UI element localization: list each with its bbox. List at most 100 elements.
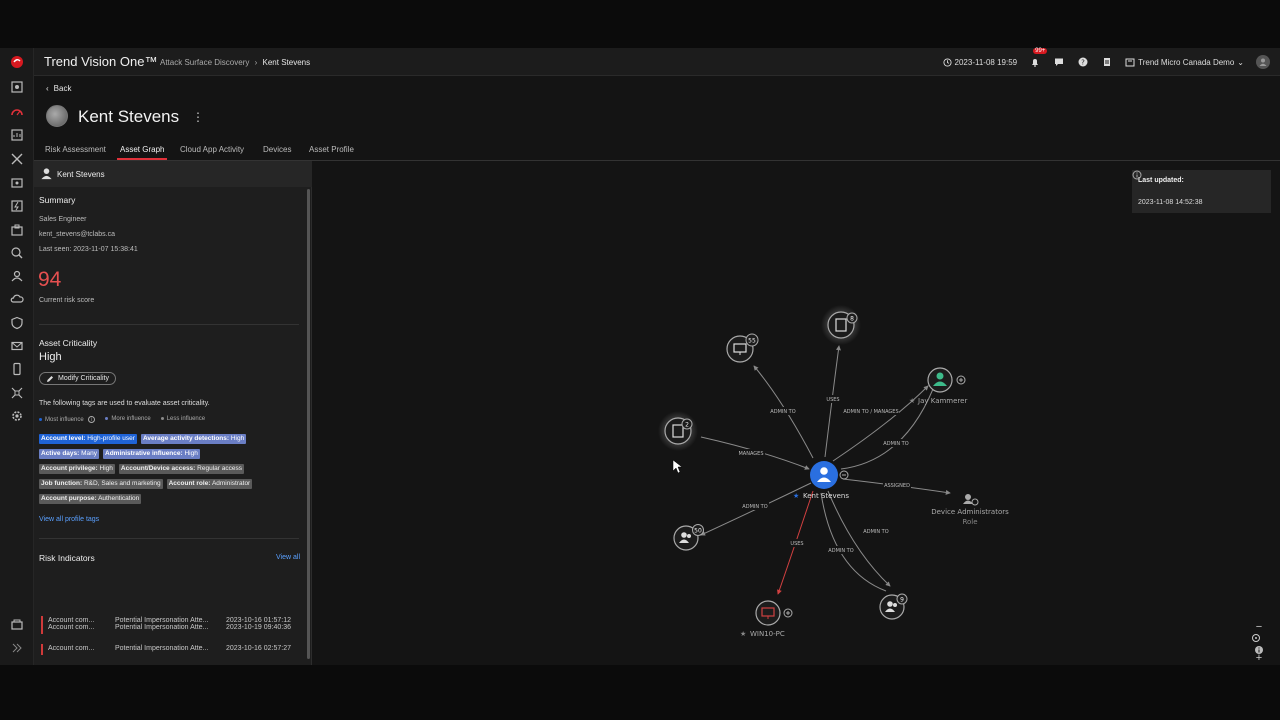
shield-icon[interactable] [9, 315, 25, 331]
mobile-icon[interactable] [9, 361, 25, 377]
product-name: Trend Vision One™ [44, 54, 158, 69]
dashboard-icon[interactable] [9, 79, 25, 95]
chat-icon [1055, 58, 1064, 66]
expand-nav-icon[interactable] [9, 640, 25, 656]
edge-admin-to-users-9[interactable] [827, 490, 891, 587]
user-email: kent_stevens@tclabs.ca [39, 231, 115, 238]
search-icon[interactable] [9, 245, 25, 261]
top-bar-actions: 2023-11-08 19:59 99+ ? Trend Micro Canad… [942, 48, 1270, 70]
node-apps-8[interactable]: 8 [821, 305, 861, 345]
tab-asset-graph[interactable]: Asset Graph [116, 145, 168, 160]
star-icon: ★ [740, 630, 746, 638]
asset-graph-canvas[interactable]: ADMIN TO USES ADMIN TO / MANAGES ADMIN T… [313, 161, 1280, 665]
user-role: Sales Engineer [39, 216, 87, 223]
node-label: WIN10-PC [750, 630, 785, 638]
bell-icon [1032, 59, 1039, 67]
last-seen: Last seen: 2023-11-07 15:38:41 [39, 246, 138, 253]
indicator-name: Potential Impersonation Atte... [115, 645, 209, 652]
node-devices-55[interactable]: 55 [726, 333, 759, 363]
xdr-icon[interactable] [9, 151, 25, 167]
panel-scrollbar[interactable] [307, 189, 310, 659]
trend-logo-icon[interactable] [9, 54, 25, 70]
users-icon [681, 532, 687, 538]
marketplace-icon[interactable] [9, 616, 25, 632]
users-icon[interactable] [9, 268, 25, 284]
edge-label: USES [826, 397, 839, 403]
node-count: 8 [850, 316, 854, 323]
info-icon[interactable]: i [88, 416, 96, 423]
cloud-icon[interactable] [9, 291, 25, 307]
last-updated-label: Last updated: [1138, 177, 1184, 184]
view-all-profile-tags-link[interactable]: View all profile tags [39, 516, 99, 523]
node-win10-pc[interactable]: ★ WIN10-PC [740, 600, 793, 638]
tag-row: Account privilege: High Account/Device a… [39, 464, 244, 474]
app-window: Trend Vision One™ Attack Surface Discove… [0, 48, 1280, 665]
risk-indicator-row[interactable] [39, 663, 301, 665]
edge-label: ADMIN TO / MANAGES [843, 409, 898, 415]
edge-admin-to-low[interactable] [820, 492, 887, 592]
node-device-administrators[interactable]: Device Administrators Role [931, 494, 1009, 526]
reports-icon[interactable] [9, 127, 25, 143]
more-options-button[interactable]: ⋮ [192, 110, 204, 124]
info-icon[interactable] [1132, 170, 1142, 180]
tag-row: Active days: Many Administrative influen… [39, 449, 200, 459]
account-switcher[interactable]: Trend Micro Canada Demo ⌄ [1125, 57, 1244, 67]
relationship-graph[interactable]: ADMIN TO USES ADMIN TO / MANAGES ADMIN T… [313, 161, 1280, 665]
back-link[interactable]: ‹ Back [46, 84, 71, 93]
email-icon[interactable] [9, 338, 25, 354]
legend-info-button[interactable] [1254, 642, 1264, 654]
threat-intel-icon[interactable] [9, 198, 25, 214]
breadcrumb-parent[interactable]: Attack Surface Discovery [160, 58, 249, 67]
asset-details-panel: Kent Stevens Summary Sales Engineer kent… [34, 161, 312, 665]
inventory-icon[interactable] [9, 222, 25, 238]
user-avatar-button[interactable] [1256, 55, 1270, 69]
node-users-50[interactable]: 50 [673, 524, 704, 551]
notifications-button[interactable]: 99+ [1029, 48, 1048, 68]
role-icon [965, 494, 971, 500]
network-icon[interactable] [9, 385, 25, 401]
document-icon [1104, 58, 1111, 66]
severity-bar [41, 644, 43, 655]
criticality-value: High [39, 351, 62, 363]
node-apps-2[interactable]: 2 [658, 411, 698, 451]
tag: Account/Device access: Regular access [118, 464, 244, 474]
node-jay-kammerer[interactable]: ★ Jay Kammerer [909, 367, 967, 405]
risk-indicator-row[interactable]: Account com... Potential Impersonation A… [39, 643, 301, 657]
chat-button[interactable] [1053, 56, 1065, 68]
node-count: 2 [685, 422, 689, 429]
tab-asset-profile[interactable]: Asset Profile [309, 145, 354, 154]
star-icon: ★ [909, 397, 915, 405]
tab-risk-assessment[interactable]: Risk Assessment [45, 145, 106, 154]
modify-criticality-label: Modify Criticality [58, 375, 109, 382]
nav-rail [0, 48, 34, 665]
tag: Average activity detections: High [140, 434, 247, 444]
help-button[interactable]: ? [1077, 56, 1089, 68]
tag-row: Account level: High-profile user Average… [39, 434, 247, 444]
page-title: Kent Stevens [78, 107, 180, 126]
view-all-risk-indicators-link[interactable]: View all [276, 554, 300, 561]
edge-label: ADMIN TO [828, 548, 853, 554]
node-count: 55 [748, 338, 756, 345]
workbench-icon[interactable] [9, 175, 25, 191]
tab-devices[interactable]: Devices [263, 145, 291, 154]
tag: Administrative influence: High [103, 449, 200, 459]
risk-gauge-icon[interactable] [9, 104, 25, 120]
tab-cloud-app-activity[interactable]: Cloud App Activity [180, 145, 244, 154]
node-users-9[interactable]: 9 [879, 593, 908, 620]
mouse-cursor [672, 459, 683, 474]
back-label: Back [53, 84, 72, 93]
tag: Account privilege: High [39, 464, 115, 474]
info-icon [1255, 646, 1263, 654]
node-label: Device Administrators [931, 508, 1009, 516]
tag: Account role: Administrator [166, 479, 253, 489]
risk-indicator-row[interactable]: Account com... Potential Impersonation A… [39, 615, 301, 629]
modify-criticality-button[interactable]: Modify Criticality [39, 372, 116, 385]
settings-icon[interactable] [9, 408, 25, 424]
edge-label: ADMIN TO [863, 529, 888, 535]
docs-button[interactable] [1101, 56, 1113, 68]
zoom-out-button[interactable]: − [1251, 619, 1267, 635]
edge-label: ADMIN TO [770, 409, 795, 415]
criticality-heading: Asset Criticality [39, 338, 98, 348]
node-kent-stevens[interactable]: ★ Kent Stevens [793, 461, 849, 500]
breadcrumb-current: Kent Stevens [262, 58, 311, 67]
